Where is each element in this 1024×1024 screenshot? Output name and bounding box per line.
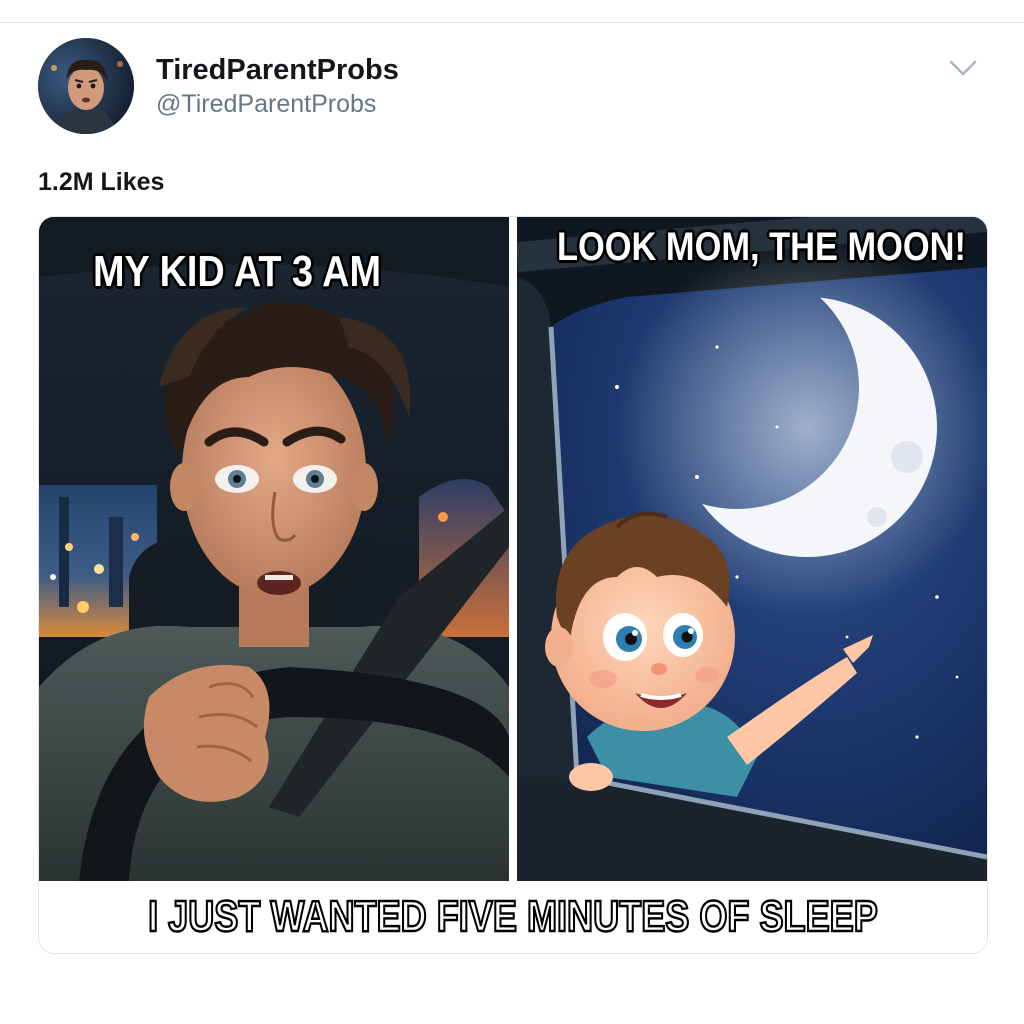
bottom-caption-text: I JUST WANTED FIVE MINUTES OF SLEEP bbox=[147, 891, 879, 943]
meme-caption-left: MY KID AT 3 AM bbox=[93, 247, 382, 296]
meme-panel-parent: MY KID AT 3 AM bbox=[39, 217, 509, 881]
chevron-down-icon[interactable] bbox=[946, 56, 980, 80]
top-divider bbox=[0, 22, 1024, 23]
meme-caption-right: LOOK MOM, THE MOON! bbox=[557, 225, 966, 269]
likes-count: 1.2M Likes bbox=[38, 168, 165, 196]
meme-panel-kid: LOOK MOM, THE MOON! bbox=[517, 217, 987, 881]
user-handle[interactable]: @TiredParentProbs bbox=[156, 90, 376, 119]
meme-bottom-caption: I JUST WANTED FIVE MINUTES OF SLEEP bbox=[39, 881, 987, 953]
meme-image[interactable]: MY KID AT 3 AM LOOK MOM, THE MOON! I JUS… bbox=[38, 216, 988, 954]
avatar[interactable] bbox=[38, 38, 134, 134]
display-name[interactable]: TiredParentProbs bbox=[156, 54, 399, 87]
